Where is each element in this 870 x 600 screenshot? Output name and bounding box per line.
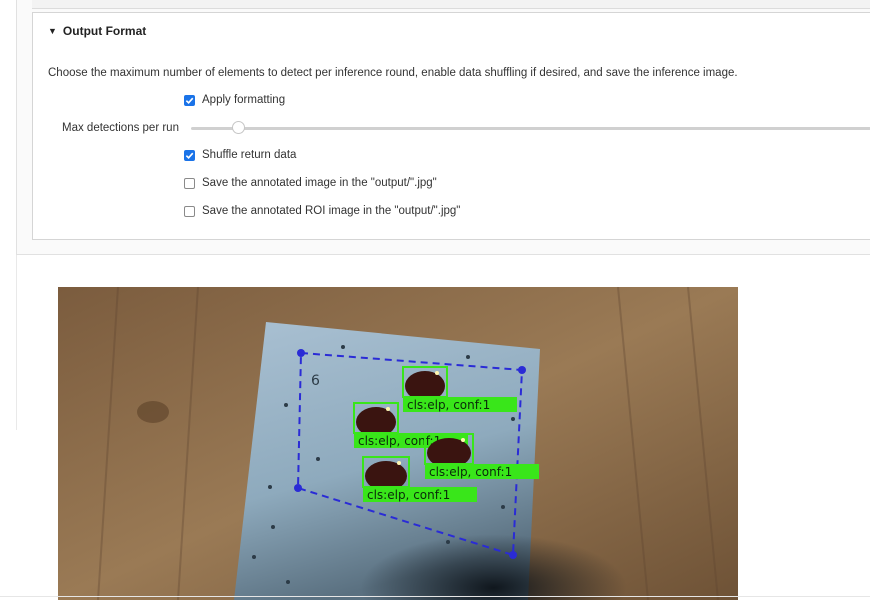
- shuffle-checkbox[interactable]: [184, 149, 195, 161]
- output-format-header[interactable]: ▼ Output Format: [48, 24, 146, 38]
- shuffle-label: Shuffle return data: [202, 149, 297, 161]
- max-detections-slider-track[interactable]: [191, 127, 870, 130]
- checkmark-icon: [185, 97, 194, 104]
- page-bottom-border: [0, 596, 870, 597]
- apply-formatting-label: Apply formatting: [202, 94, 286, 106]
- apply-formatting-option[interactable]: Apply formatting: [184, 94, 285, 106]
- keypoint: [397, 461, 401, 465]
- checkmark-icon: [185, 152, 194, 159]
- max-detections-label: Max detections per run: [62, 122, 179, 134]
- caret-down-icon: ▼: [48, 26, 57, 36]
- detection-label: cls:elp, conf:1: [407, 398, 490, 412]
- apply-formatting-checkbox[interactable]: [184, 94, 195, 106]
- inference-image-canvas: 6 cls:elp, conf:1 cls:elp, conf:1 cls:elp,…: [58, 287, 738, 600]
- detection-label: cls:elp, conf:1: [358, 434, 441, 448]
- save-roi-checkbox[interactable]: [184, 205, 195, 217]
- save-roi-option[interactable]: Save the annotated ROI image in the "out…: [184, 205, 460, 217]
- plate-marking: 6: [311, 373, 320, 389]
- shuffle-option[interactable]: Shuffle return data: [184, 149, 296, 161]
- keypoint: [461, 438, 465, 442]
- inference-image: 6 cls:elp, conf:1 cls:elp, conf:1 cls:elp,…: [58, 287, 738, 600]
- save-roi-label: Save the annotated ROI image in the "out…: [202, 205, 461, 217]
- section-description: Choose the maximum number of elements to…: [48, 67, 738, 79]
- keypoint: [386, 407, 390, 411]
- section-title: Output Format: [62, 24, 147, 38]
- left-rail: [0, 0, 17, 430]
- detection-label: cls:elp, conf:1: [429, 465, 512, 479]
- keypoint: [435, 371, 439, 375]
- save-image-checkbox[interactable]: [184, 177, 195, 189]
- save-image-label: Save the annotated image in the "output/…: [202, 177, 437, 189]
- max-detections-slider-thumb[interactable]: [232, 121, 246, 134]
- wood-knot: [137, 401, 169, 423]
- save-image-option[interactable]: Save the annotated image in the "output/…: [184, 177, 437, 189]
- detection-label: cls:elp, conf:1: [367, 488, 450, 502]
- previous-section-edge: [32, 0, 870, 9]
